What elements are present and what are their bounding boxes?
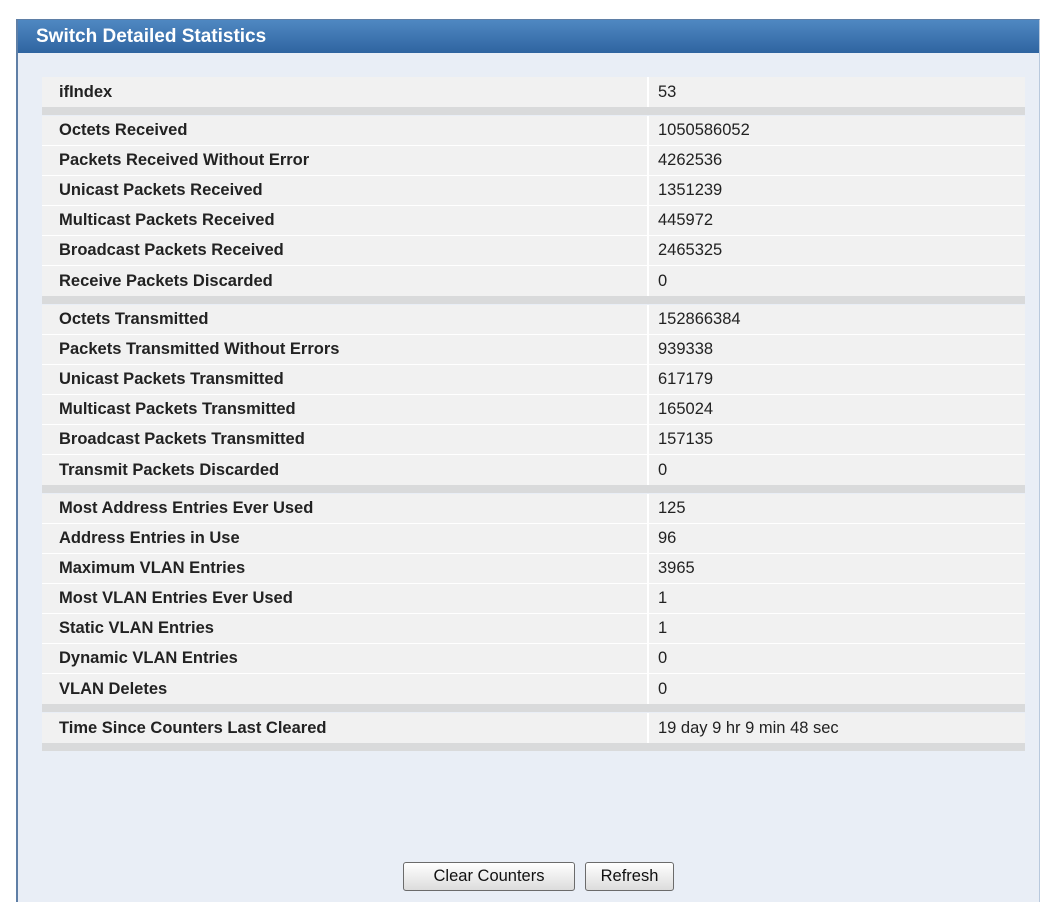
stat-value: 1050586052 xyxy=(649,116,1025,145)
stat-value: 4262536 xyxy=(649,146,1025,175)
table-row: Octets Received 1050586052 xyxy=(42,116,1025,146)
button-bar: Clear Counters Refresh xyxy=(18,862,1039,891)
stat-label: Broadcast Packets Received xyxy=(42,236,649,265)
stat-label: Maximum VLAN Entries xyxy=(42,554,649,583)
table-row: Time Since Counters Last Cleared 19 day 9… xyxy=(42,713,1025,743)
stat-value: 1 xyxy=(649,614,1025,643)
table-row: Unicast Packets Transmitted 617179 xyxy=(42,365,1025,395)
refresh-button[interactable]: Refresh xyxy=(585,862,674,891)
stat-label: Most VLAN Entries Ever Used xyxy=(42,584,649,613)
stat-value: 152866384 xyxy=(649,305,1025,334)
panel-title: Switch Detailed Statistics xyxy=(18,20,1039,53)
stat-label: VLAN Deletes xyxy=(42,674,649,704)
clear-counters-button[interactable]: Clear Counters xyxy=(403,862,575,891)
table-row: Multicast Packets Transmitted 165024 xyxy=(42,395,1025,425)
stat-label: Dynamic VLAN Entries xyxy=(42,644,649,673)
stat-value: 617179 xyxy=(649,365,1025,394)
stat-label: Most Address Entries Ever Used xyxy=(42,494,649,523)
table-row: Address Entries in Use 96 xyxy=(42,524,1025,554)
stat-label: Broadcast Packets Transmitted xyxy=(42,425,649,454)
stat-value: 0 xyxy=(649,644,1025,673)
stat-label: Packets Transmitted Without Errors xyxy=(42,335,649,364)
table-row: Broadcast Packets Received 2465325 xyxy=(42,236,1025,266)
table-row: Packets Received Without Error 4262536 xyxy=(42,146,1025,176)
stat-label: Receive Packets Discarded xyxy=(42,266,649,296)
table-row: Maximum VLAN Entries 3965 xyxy=(42,554,1025,584)
stats-group: ifIndex 53 xyxy=(42,77,1025,107)
stat-label: Unicast Packets Transmitted xyxy=(42,365,649,394)
group-divider xyxy=(42,485,1025,493)
stat-value: 3965 xyxy=(649,554,1025,583)
group-divider xyxy=(42,107,1025,115)
stat-label: Time Since Counters Last Cleared xyxy=(42,713,649,743)
stat-value: 96 xyxy=(649,524,1025,553)
table-row: Unicast Packets Received 1351239 xyxy=(42,176,1025,206)
stat-label: Multicast Packets Received xyxy=(42,206,649,235)
table-row: Transmit Packets Discarded 0 xyxy=(42,455,1025,485)
stats-group: Octets Transmitted 152866384 Packets Trans… xyxy=(42,305,1025,485)
stat-label: Address Entries in Use xyxy=(42,524,649,553)
table-row: Multicast Packets Received 445972 xyxy=(42,206,1025,236)
statistics-panel: Switch Detailed Statistics ifIndex 53 Octe… xyxy=(16,19,1040,902)
table-row: Static VLAN Entries 1 xyxy=(42,614,1025,644)
table-row: ifIndex 53 xyxy=(42,77,1025,107)
stat-label: Octets Transmitted xyxy=(42,305,649,334)
stat-label: Static VLAN Entries xyxy=(42,614,649,643)
stat-value: 1 xyxy=(649,584,1025,613)
stat-value: 445972 xyxy=(649,206,1025,235)
table-row: Dynamic VLAN Entries 0 xyxy=(42,644,1025,674)
table-row: Broadcast Packets Transmitted 157135 xyxy=(42,425,1025,455)
table-row: Receive Packets Discarded 0 xyxy=(42,266,1025,296)
stat-label: ifIndex xyxy=(42,77,649,107)
stat-value: 157135 xyxy=(649,425,1025,454)
table-row: VLAN Deletes 0 xyxy=(42,674,1025,704)
stats-group: Most Address Entries Ever Used 125 Address… xyxy=(42,494,1025,704)
statistics-table: ifIndex 53 Octets Received 1050586052 Packet… xyxy=(42,77,1025,752)
table-row: Packets Transmitted Without Errors 939338 xyxy=(42,335,1025,365)
stat-label: Octets Received xyxy=(42,116,649,145)
stat-value: 2465325 xyxy=(649,236,1025,265)
group-divider xyxy=(42,743,1025,751)
stat-value: 0 xyxy=(649,674,1025,704)
stat-label: Multicast Packets Transmitted xyxy=(42,395,649,424)
stat-label: Packets Received Without Error xyxy=(42,146,649,175)
table-row: Most Address Entries Ever Used 125 xyxy=(42,494,1025,524)
stat-value: 0 xyxy=(649,266,1025,296)
group-divider xyxy=(42,704,1025,712)
stat-value: 1351239 xyxy=(649,176,1025,205)
group-divider xyxy=(42,296,1025,304)
stat-value: 939338 xyxy=(649,335,1025,364)
stats-group: Octets Received 1050586052 Packets Receive… xyxy=(42,116,1025,296)
stat-value: 125 xyxy=(649,494,1025,523)
stat-value: 165024 xyxy=(649,395,1025,424)
stat-value: 0 xyxy=(649,455,1025,485)
table-row: Most VLAN Entries Ever Used 1 xyxy=(42,584,1025,614)
stat-label: Transmit Packets Discarded xyxy=(42,455,649,485)
stat-value: 19 day 9 hr 9 min 48 sec xyxy=(649,713,1025,743)
stat-label: Unicast Packets Received xyxy=(42,176,649,205)
stat-value: 53 xyxy=(649,77,1025,107)
table-row: Octets Transmitted 152866384 xyxy=(42,305,1025,335)
stats-group: Time Since Counters Last Cleared 19 day 9… xyxy=(42,713,1025,743)
